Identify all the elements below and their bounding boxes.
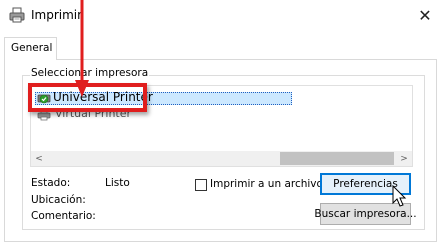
mouse-cursor-icon [392,185,407,207]
printer-app-icon [8,6,26,24]
print-to-file-label[interactable]: Imprimir a un archivo [210,178,323,190]
chevron-right-icon: > [400,153,408,164]
comment-label: Comentario: [31,210,96,222]
scrollbar-thumb[interactable] [280,152,394,165]
close-icon: ✕ [418,5,432,25]
chevron-left-icon: < [35,153,43,164]
location-label: Ubicación: [31,194,86,206]
annotation-arrow-icon [75,0,89,97]
status-label: Estado: [31,177,71,189]
scroll-left-button[interactable]: < [31,151,47,166]
status-value: Listo [105,177,130,189]
print-to-file-checkbox[interactable] [195,179,207,191]
scroll-right-button[interactable]: > [396,151,412,166]
close-button[interactable]: ✕ [407,0,443,30]
